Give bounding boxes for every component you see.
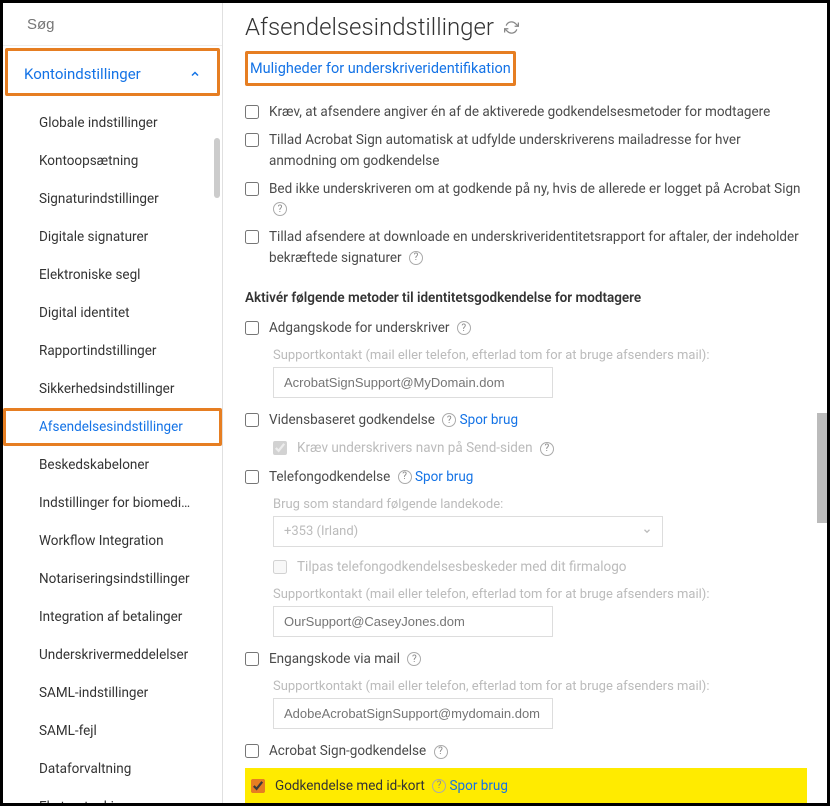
sidebar: Kontoindstillinger Globale indstillinger… [3,3,223,803]
sidebar-nav: Globale indstillingerKontoopsætningSigna… [3,98,222,803]
method-id-card-save: Gem bekræftede identitetsdata for at til… [251,800,801,803]
opt-require-method: Kræv, at afsendere angiver én af de akti… [245,98,807,126]
opt-label: Bed ikke underskriveren om at godkende p… [269,179,807,220]
page-title-text: Afsendelsesindstillinger [245,13,494,41]
sidebar-item[interactable]: Digitale signaturer [3,218,222,256]
main-content: Afsendelsesindstillinger Muligheder for … [223,3,827,803]
select-value: +353 (Irland) [284,524,358,539]
opt-label: Tillad Acrobat Sign automatisk at udfyld… [269,130,807,171]
country-label: Brug som standard følgende landekode: [245,497,807,512]
checkbox[interactable] [245,744,259,758]
scrollbar[interactable] [817,413,827,523]
sidebar-item[interactable]: Integration af betalinger [3,598,222,636]
country-select[interactable]: +353 (Irland) [273,516,663,547]
page-title: Afsendelsesindstillinger [245,13,807,41]
help-icon[interactable]: ? [434,745,448,759]
checkbox[interactable] [245,413,259,427]
opt-label: Vidensbaseret godkendelse ? Spor brug [269,410,518,430]
opt-label: Adgangskode for underskriver ? [269,318,471,338]
help-icon[interactable]: ? [432,779,446,793]
sidebar-accordion-header[interactable]: Kontoindstillinger [5,48,220,96]
sidebar-item[interactable]: Afsendelsesindstillinger [3,408,222,446]
methods-subhead: Aktivér følgende metoder til identitetsg… [245,290,807,306]
help-icon[interactable]: ? [457,321,471,335]
sidebar-item[interactable]: Rapportindstillinger [3,332,222,370]
method-password: Adgangskode for underskriver ? [245,314,807,342]
sidebar-item[interactable]: Kontoopsætning [3,142,222,180]
support-label: Supportkontakt (mail eller telefon, efte… [245,348,807,363]
chevron-down-icon [642,526,652,536]
opt-download-report: Tillad afsendere at downloade en undersk… [245,223,807,272]
sidebar-item[interactable]: Sikkerhedsindstillinger [3,370,222,408]
scrollbar[interactable] [214,138,220,198]
sidebar-item[interactable]: Beskedskabeloner [3,446,222,484]
opt-label: Engangskode via mail ? [269,649,421,669]
sidebar-item[interactable]: Eksternt arkiv [3,788,222,803]
checkbox[interactable] [251,779,265,793]
opt-label: Kræv underskrivers navn på Send-siden ? [297,438,554,458]
sidebar-item[interactable]: Workflow Integration [3,522,222,560]
sidebar-item[interactable]: Signaturindstillinger [3,180,222,218]
opt-no-reauth: Bed ikke underskriveren om at godkende p… [245,175,807,224]
checkbox[interactable] [245,182,259,196]
support-email-field-1[interactable] [273,367,553,398]
refresh-icon[interactable] [504,20,519,35]
section-header: Muligheder for underskriveridentifikatio… [245,51,516,86]
method-acrobat-auth: Acrobat Sign-godkendelse ? [245,737,807,765]
chevron-up-icon [189,68,201,80]
method-phone: Telefongodkendelse ? Spor brug [245,463,807,491]
opt-label: Acrobat Sign-godkendelse ? [269,741,448,761]
sidebar-item[interactable]: Notariseringsindstillinger [3,560,222,598]
method-otp: Engangskode via mail ? [245,645,807,673]
help-icon[interactable]: ? [442,413,456,427]
method-kba: Vidensbaseret godkendelse ? Spor brug [245,406,807,434]
support-label: Supportkontakt (mail eller telefon, efte… [245,587,807,602]
help-icon[interactable]: ? [398,470,412,484]
checkbox[interactable] [245,230,259,244]
checkbox[interactable] [245,133,259,147]
sidebar-item[interactable]: Digital identitet [3,294,222,332]
checkbox[interactable] [273,441,287,455]
support-email-field-3[interactable] [273,698,553,729]
opt-label: Kræv, at afsendere angiver én af de akti… [269,102,770,122]
help-icon[interactable]: ? [273,202,287,216]
sidebar-item[interactable]: Elektroniske segl [3,256,222,294]
opt-auto-email: Tillad Acrobat Sign automatisk at udfyld… [245,126,807,175]
sidebar-item[interactable]: Globale indstillinger [3,104,222,142]
checkbox[interactable] [245,105,259,119]
track-usage-link[interactable]: Spor brug [460,412,518,428]
help-icon[interactable]: ? [409,251,423,265]
support-email-field-2[interactable] [273,606,553,637]
sidebar-item[interactable]: SAML-fejl [3,712,222,750]
method-id-card: Godkendelse med id-kort ? Spor brug [251,772,801,800]
help-icon[interactable]: ? [540,442,554,456]
sidebar-item[interactable]: Dataforvaltning [3,750,222,788]
support-label: Supportkontakt (mail eller telefon, efte… [245,679,807,694]
highlighted-id-method: Godkendelse med id-kort ? Spor brug Gem … [245,768,807,804]
checkbox[interactable] [245,470,259,484]
method-kba-name: Kræv underskrivers navn på Send-siden ? [245,434,807,462]
opt-label: Telefongodkendelse ? Spor brug [269,467,473,487]
sidebar-item[interactable]: SAML-indstillinger [3,674,222,712]
sidebar-item[interactable]: Indstillinger for biomedi… [3,484,222,522]
search-row [3,3,222,46]
checkbox[interactable] [273,560,287,574]
help-icon[interactable]: ? [407,652,421,666]
track-usage-link[interactable]: Spor brug [450,778,508,794]
track-usage-link[interactable]: Spor brug [415,469,473,485]
opt-label: Tillad afsendere at downloade en undersk… [269,227,807,268]
search-input[interactable] [27,16,226,33]
opt-label: Godkendelse med id-kort ? Spor brug [275,776,508,796]
checkbox[interactable] [245,321,259,335]
sidebar-item[interactable]: Underskrivermeddelelser [3,636,222,674]
checkbox[interactable] [245,652,259,666]
opt-label: Tilpas telefongodkendelsesbeskeder med d… [297,557,626,577]
method-phone-logo: Tilpas telefongodkendelsesbeskeder med d… [245,553,807,581]
sidebar-header-label: Kontoindstillinger [24,65,141,83]
